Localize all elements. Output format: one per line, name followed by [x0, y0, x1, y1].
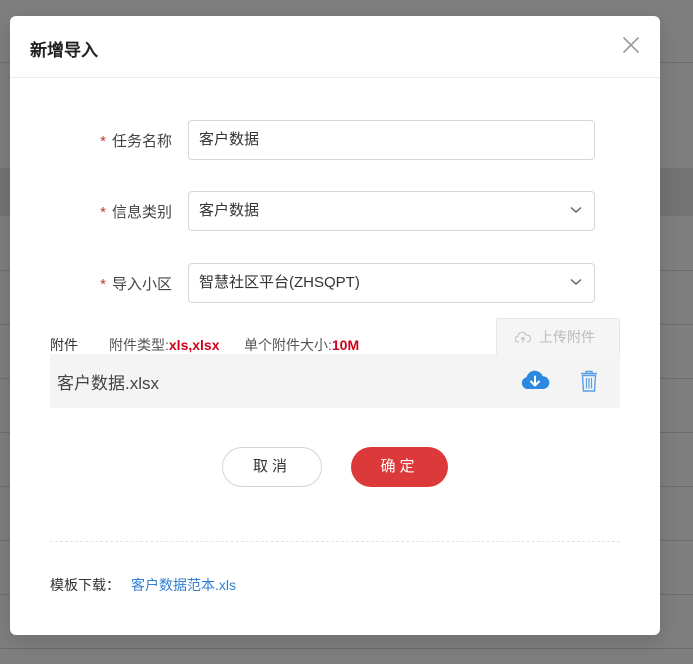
- required-mark: *: [100, 133, 106, 150]
- attachment-size-prefix: 单个附件大小:: [244, 337, 332, 353]
- dialog-header: 新增导入: [10, 16, 660, 78]
- attachment-size-info: 单个附件大小:10M: [244, 335, 359, 355]
- attachment-type-prefix: 附件类型:: [109, 337, 169, 353]
- info-type-label-text: 信息类别: [111, 204, 172, 221]
- attachment-file-name: 客户数据.xlsx: [57, 374, 159, 393]
- confirm-button[interactable]: 确定: [351, 447, 448, 487]
- task-name-label: * 任务名称: [100, 130, 172, 151]
- upload-attachment-label: 上传附件: [539, 329, 595, 345]
- info-type-row: * 信息类别 客户数据: [10, 191, 660, 231]
- import-dialog: 新增导入 * 任务名称 客户数据 * 信息类别 客户数据 * 导入小区 智慧社区平台(…: [10, 16, 660, 635]
- template-download-link[interactable]: 客户数据范本.xls: [131, 575, 236, 595]
- info-type-label: * 信息类别: [100, 201, 172, 222]
- task-name-label-text: 任务名称: [111, 133, 172, 150]
- required-mark: *: [100, 276, 106, 293]
- community-row: * 导入小区 智慧社区平台(ZHSQPT): [10, 263, 660, 303]
- attachment-size-value: 10M: [331, 337, 360, 353]
- attachment-file-item: 客户数据.xlsx: [50, 354, 620, 408]
- required-mark: *: [100, 204, 106, 221]
- trash-icon[interactable]: [579, 369, 599, 393]
- info-type-select[interactable]: 客户数据: [188, 191, 595, 231]
- chevron-down-icon: [570, 278, 582, 285]
- info-type-selected-value: 客户数据: [199, 202, 260, 219]
- task-name-row: * 任务名称 客户数据: [10, 120, 660, 160]
- attachment-type-value: xls,xlsx: [168, 337, 220, 353]
- community-select[interactable]: 智慧社区平台(ZHSQPT): [188, 263, 595, 303]
- cloud-download-icon[interactable]: [520, 369, 550, 391]
- task-name-input[interactable]: 客户数据: [188, 120, 595, 160]
- template-download-label: 模板下载：: [50, 577, 120, 593]
- cloud-upload-icon: [515, 331, 531, 343]
- attachment-type-info: 附件类型:xls,xlsx: [109, 335, 220, 355]
- upload-attachment-button[interactable]: 上传附件: [496, 318, 620, 356]
- dialog-title: 新增导入: [30, 41, 98, 60]
- attachment-row: 附件 附件类型:xls,xlsx 单个附件大小:10M 上传附件: [50, 318, 620, 356]
- attachment-label: 附件: [50, 337, 78, 353]
- chevron-down-icon: [570, 206, 582, 213]
- community-label: * 导入小区: [100, 273, 172, 294]
- close-icon[interactable]: [622, 36, 640, 54]
- cancel-button[interactable]: 取消: [222, 447, 322, 487]
- community-label-text: 导入小区: [111, 276, 172, 293]
- section-divider: [50, 541, 620, 542]
- community-selected-value: 智慧社区平台(ZHSQPT): [199, 274, 360, 291]
